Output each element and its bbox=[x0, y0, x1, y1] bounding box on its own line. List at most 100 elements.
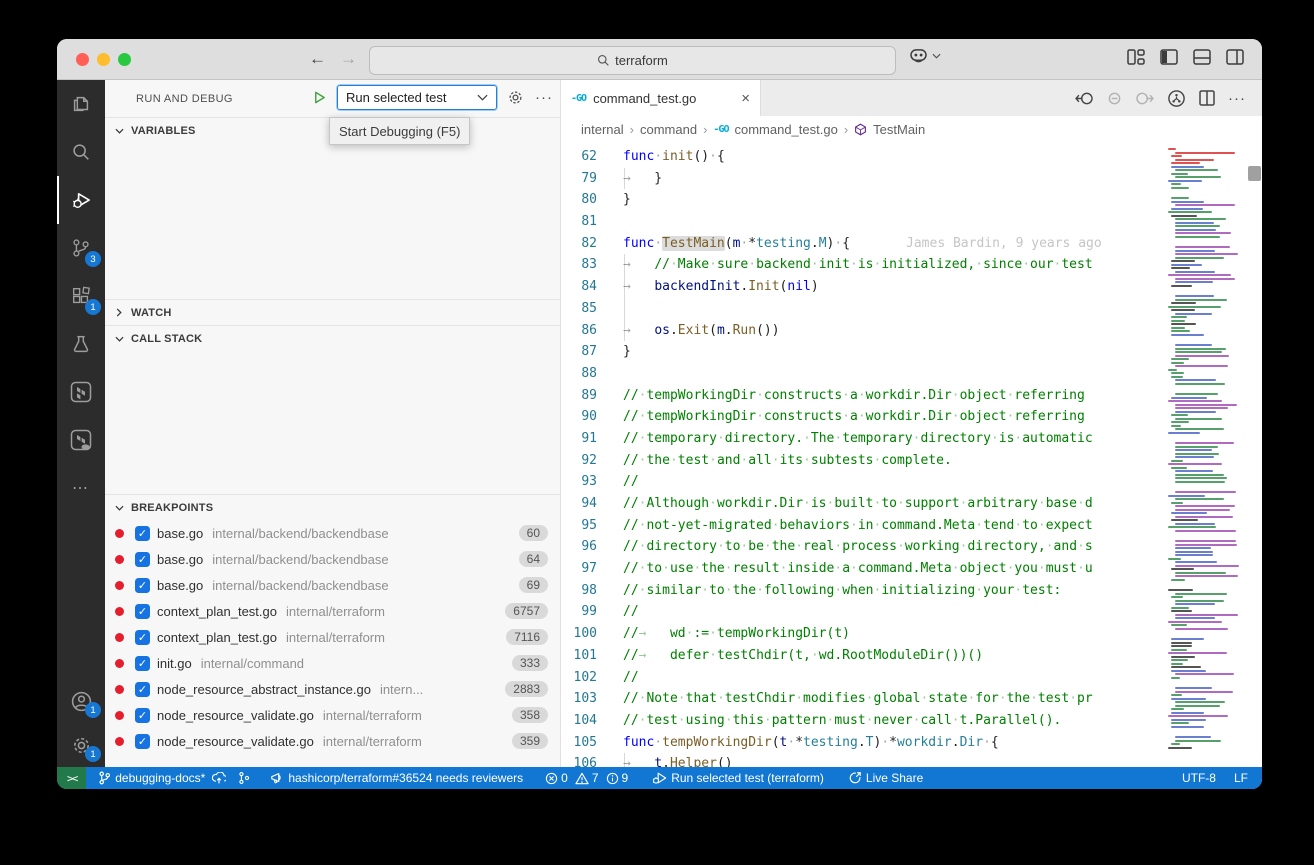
code-line[interactable]: 95//·not-yet-migrated·behaviors·in·comma… bbox=[561, 515, 1168, 537]
code-line[interactable]: 86→ os.Exit(m.Run()) bbox=[561, 320, 1168, 342]
code-line[interactable]: 94//·Although·workdir.Dir·is·built·to·su… bbox=[561, 493, 1168, 515]
breakpoint-row[interactable]: ✓context_plan_test.gointernal/terraform7… bbox=[105, 624, 560, 650]
toggle-panel-icon[interactable] bbox=[1193, 49, 1211, 65]
watch-section-header[interactable]: WATCH bbox=[105, 299, 560, 325]
activity-more[interactable]: ⋯ bbox=[57, 464, 105, 512]
code-line[interactable]: 99// bbox=[561, 601, 1168, 623]
breakpoint-checkbox[interactable]: ✓ bbox=[135, 526, 150, 541]
code-line[interactable]: 89//·tempWorkingDir·constructs·a·workdir… bbox=[561, 385, 1168, 407]
code-line[interactable]: 81 bbox=[561, 211, 1168, 233]
code-line[interactable]: 85 bbox=[561, 298, 1168, 320]
breakpoint-row[interactable]: ✓node_resource_validate.gointernal/terra… bbox=[105, 728, 560, 754]
breakpoint-row[interactable]: ✓node_resource_validate.gointernal/terra… bbox=[105, 702, 560, 728]
breakpoint-row[interactable]: ✓node_resource_abstract_instance.gointer… bbox=[105, 676, 560, 702]
code-line[interactable]: 102// bbox=[561, 667, 1168, 689]
encoding-status-item[interactable]: UTF-8 bbox=[1182, 771, 1216, 785]
activity-search[interactable] bbox=[57, 128, 105, 176]
start-debugging-button[interactable] bbox=[308, 87, 330, 109]
debug-configuration-dropdown[interactable]: Run selected test bbox=[337, 85, 497, 110]
breakpoint-checkbox[interactable]: ✓ bbox=[135, 578, 150, 593]
code-line[interactable]: 82func·TestMain(m·*testing.M)·{James Bar… bbox=[561, 233, 1168, 255]
remote-indicator[interactable]: >< bbox=[57, 767, 86, 789]
zoom-window-button[interactable] bbox=[118, 53, 131, 66]
code-line[interactable]: 104//·test·using·this·pattern·must·never… bbox=[561, 710, 1168, 732]
scrollbar-thumb[interactable] bbox=[1248, 166, 1261, 181]
code-line[interactable]: 97//·to·use·the·result·inside·a·command.… bbox=[561, 558, 1168, 580]
breakpoint-checkbox[interactable]: ✓ bbox=[135, 656, 150, 671]
breakpoint-checkbox[interactable]: ✓ bbox=[135, 734, 150, 749]
editor-more-actions-icon[interactable]: ··· bbox=[1228, 90, 1246, 107]
copilot-menu[interactable] bbox=[909, 48, 941, 63]
breakpoint-checkbox[interactable]: ✓ bbox=[135, 708, 150, 723]
breakpoints-section-header[interactable]: BREAKPOINTS bbox=[105, 494, 560, 520]
activity-testing[interactable] bbox=[57, 320, 105, 368]
minimap[interactable] bbox=[1168, 142, 1246, 767]
breakpoint-checkbox[interactable]: ✓ bbox=[135, 630, 150, 645]
breakpoint-row[interactable]: ✓base.gointernal/backend/backendbase69 bbox=[105, 572, 560, 598]
breakpoint-checkbox[interactable]: ✓ bbox=[135, 682, 150, 697]
activity-extensions[interactable]: 1 bbox=[57, 272, 105, 320]
vertical-scrollbar[interactable] bbox=[1247, 142, 1262, 767]
code-line[interactable]: 62func·init()·{ bbox=[561, 146, 1168, 168]
split-editor-icon[interactable] bbox=[1199, 90, 1215, 106]
code-line[interactable]: 100//→ wd·:=·tempWorkingDir(t) bbox=[561, 623, 1168, 645]
activity-terraform[interactable] bbox=[57, 368, 105, 416]
activity-source-control[interactable]: 3 bbox=[57, 224, 105, 272]
code-line[interactable]: 93// bbox=[561, 471, 1168, 493]
views-more-actions-button[interactable]: ··· bbox=[533, 87, 555, 109]
code-line[interactable]: 96//·directory·to·be·the·real·process·wo… bbox=[561, 536, 1168, 558]
activity-explorer[interactable] bbox=[57, 80, 105, 128]
code-line[interactable]: 79→ } bbox=[561, 168, 1168, 190]
customize-layout-icon[interactable] bbox=[1127, 49, 1145, 65]
nav-back-icon[interactable] bbox=[1075, 91, 1094, 106]
run-test-status-item[interactable]: Run selected test (terraform) bbox=[646, 767, 830, 789]
breadcrumb-file[interactable]: command_test.go bbox=[734, 122, 837, 137]
source-control-graph-item[interactable] bbox=[232, 767, 256, 789]
breakpoint-row[interactable]: ✓base.gointernal/backend/backendbase64 bbox=[105, 546, 560, 572]
branch-status-item[interactable]: debugging-docs* bbox=[92, 767, 232, 789]
live-share-status-item[interactable]: Live Share bbox=[842, 767, 929, 789]
command-center-search[interactable]: terraform bbox=[369, 46, 896, 75]
code-line[interactable]: 83→ //·Make·sure·backend·init·is·initial… bbox=[561, 254, 1168, 276]
breakpoint-row[interactable]: ✓base.gointernal/backend/backendbase60 bbox=[105, 520, 560, 546]
pull-request-status-item[interactable]: hashicorp/terraform#36524 needs reviewer… bbox=[264, 767, 529, 789]
activity-run-debug[interactable] bbox=[57, 176, 105, 224]
close-tab-icon[interactable]: × bbox=[741, 90, 750, 107]
code-line[interactable]: 98//·similar·to·the·following·when·initi… bbox=[561, 580, 1168, 602]
breakpoint-row[interactable]: ✓init.gointernal/command333 bbox=[105, 650, 560, 676]
code-line[interactable]: 88 bbox=[561, 363, 1168, 385]
code-viewport[interactable]: 62func·init()·{79→ }80}8182func·TestMain… bbox=[561, 142, 1262, 767]
settings-button[interactable]: 1 bbox=[57, 723, 105, 767]
nav-last-edit-icon[interactable] bbox=[1135, 91, 1154, 106]
code-line[interactable]: 84→ backendInit.Init(nil) bbox=[561, 276, 1168, 298]
minimize-window-button[interactable] bbox=[97, 53, 110, 66]
toggle-primary-sidebar-icon[interactable] bbox=[1160, 49, 1178, 65]
code-line[interactable]: 80} bbox=[561, 189, 1168, 211]
history-forward-icon[interactable]: → bbox=[340, 49, 357, 69]
breadcrumb-internal[interactable]: internal bbox=[581, 122, 624, 137]
toggle-secondary-sidebar-icon[interactable] bbox=[1226, 49, 1244, 65]
code-line[interactable]: 103//·Note·that·testChdir·modifies·globa… bbox=[561, 688, 1168, 710]
problems-status-item[interactable]: 0 7 9 bbox=[539, 767, 634, 789]
breakpoint-checkbox[interactable]: ✓ bbox=[135, 604, 150, 619]
code-line[interactable]: 91//·temporary·directory.·The·temporary·… bbox=[561, 428, 1168, 450]
activity-terraform-cloud[interactable] bbox=[57, 416, 105, 464]
code-line[interactable]: 87} bbox=[561, 341, 1168, 363]
code-line[interactable]: 90//·tempWorkingDir·constructs·a·workdir… bbox=[561, 406, 1168, 428]
breakpoint-row[interactable]: ✓context_plan_test.gointernal/terraform6… bbox=[105, 598, 560, 624]
history-back-icon[interactable]: ← bbox=[309, 49, 326, 69]
accounts-button[interactable]: 1 bbox=[57, 679, 105, 723]
breadcrumb-symbol[interactable]: TestMain bbox=[873, 122, 925, 137]
eol-status-item[interactable]: LF bbox=[1234, 771, 1248, 785]
tab-command-test-go[interactable]: -GO command_test.go × bbox=[561, 80, 761, 116]
code-line[interactable]: 92//·the·test·and·all·its·subtests·compl… bbox=[561, 450, 1168, 472]
breakpoint-checkbox[interactable]: ✓ bbox=[135, 552, 150, 567]
code-line[interactable]: 101//→ defer·testChdir(t,·wd.RootModuleD… bbox=[561, 645, 1168, 667]
breadcrumb-command[interactable]: command bbox=[640, 122, 697, 137]
run-or-debug-icon[interactable] bbox=[1167, 89, 1186, 108]
code-line[interactable]: 106→ t.Helper() bbox=[561, 753, 1168, 767]
call-stack-section-header[interactable]: CALL STACK bbox=[105, 325, 560, 351]
code-line[interactable]: 105func·tempWorkingDir(t·*testing.T)·*wo… bbox=[561, 732, 1168, 754]
nav-forward-icon[interactable] bbox=[1107, 91, 1122, 106]
close-window-button[interactable] bbox=[76, 53, 89, 66]
